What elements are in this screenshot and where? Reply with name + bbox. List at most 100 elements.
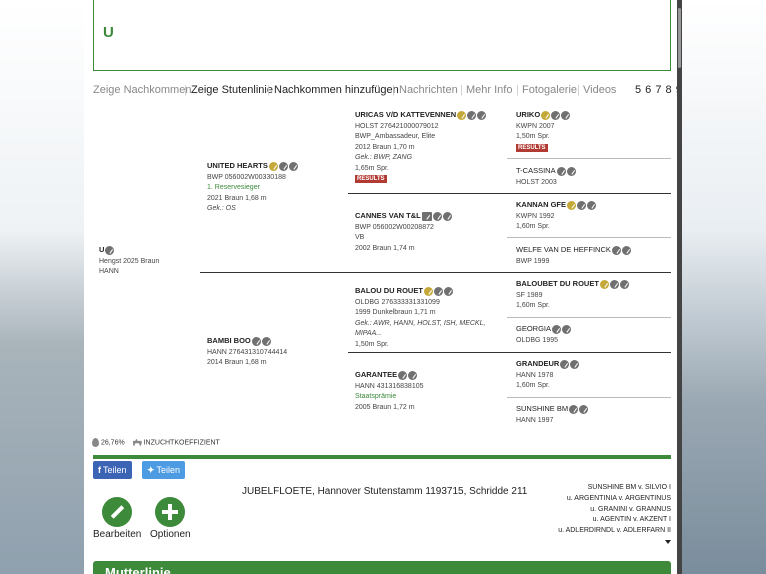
tab-nachkommen[interactable]: Zeige Nachkommen [93, 84, 191, 96]
horse-icon [551, 110, 561, 120]
drop-icon [92, 438, 99, 447]
pedigree-sire-sire[interactable]: URICAS V/D KATTEVENNEN HOLST 27642100007… [355, 110, 505, 185]
twitter-icon: ✦ [147, 465, 155, 475]
title-box: U [93, 0, 671, 71]
page-title: U [103, 24, 114, 41]
verified-icon [423, 286, 433, 296]
horse-info: Hengst 2025 Braun [99, 257, 160, 265]
share-label: Teilen [103, 465, 127, 475]
horse-info: BWP_Ambassadeur, Elite [355, 133, 436, 141]
horse-name[interactable]: SUNSHINE BM [516, 404, 568, 415]
verified-icon [599, 279, 609, 289]
background-right [682, 0, 766, 574]
check-icon [621, 245, 631, 255]
divider [348, 352, 671, 353]
horse-name[interactable]: UNITED HEARTS [207, 161, 268, 172]
pedigree-gen3-6[interactable]: GEORGIA OLDBG 1995 [516, 324, 666, 346]
options-label[interactable]: Optionen [150, 529, 191, 540]
divider [507, 158, 671, 159]
facebook-icon: f [98, 465, 101, 475]
pedigree-gen3-7[interactable]: GRANDEUR HANN 1978 1,60m Spr. [516, 359, 666, 392]
horse-award: 1. Reservesieger [207, 184, 260, 192]
tab-separator: | [516, 84, 519, 96]
inbreeding-label: INZUCHTKOEFFIZIENT [143, 439, 220, 447]
twitter-share-button[interactable]: ✦ Teilen [142, 461, 186, 479]
horse-info: HANN 1997 [516, 416, 554, 424]
tab-stutenlinie[interactable]: Zeige Stutenlinie [191, 84, 273, 96]
scrollbar-thumb[interactable] [678, 8, 681, 68]
edit-label[interactable]: Bearbeiten [93, 529, 141, 540]
pedigree-gen3-4[interactable]: WELFE VAN DE HEFFINCK BWP 1999 [516, 245, 666, 267]
horse-info: BWP 056002W00208872 [355, 223, 434, 231]
horse-name[interactable]: GARANTEE [355, 370, 397, 381]
horse-name[interactable]: CANNES VAN T&L [355, 211, 421, 222]
pedigree-gen3-3[interactable]: KANNAN GFE KWPN 1992 1,60m Spr. [516, 200, 666, 233]
horse-info: BWP 056002W00330188 [207, 173, 286, 181]
horse-icon [433, 286, 443, 296]
results-badge[interactable]: RESULTS [516, 143, 548, 152]
horse-info: 1,60m Spr. [516, 302, 550, 310]
horse-name[interactable]: T-CASSINA [516, 166, 556, 177]
damline-item: u. GRANINI v. GRANNUS [590, 505, 671, 513]
horse-name[interactable]: BAMBI BOO [207, 336, 251, 347]
horse-name[interactable]: U [99, 245, 104, 256]
horse-icon [278, 161, 288, 171]
check-icon [587, 200, 596, 210]
pedigree-subject[interactable]: U Hengst 2025 Braun HANN [99, 245, 199, 278]
pedigree-dam[interactable]: BAMBI BOO HANN 276431310744414 2014 Brau… [207, 336, 347, 369]
tab-mehr-info[interactable]: Mehr Info [466, 84, 512, 96]
scrollbar[interactable] [677, 0, 682, 574]
edit-button[interactable] [102, 497, 132, 527]
horse-info: HOLST 276421000079012 [355, 122, 439, 130]
horse-info: HANN 276431310744414 [207, 348, 288, 356]
horse-info: 2012 Braun 1,70 m [355, 143, 415, 151]
damline-item: u. ADLERDIRNDL v. ADLERFARN II [558, 527, 671, 535]
horse-icon [398, 370, 408, 380]
facebook-share-button[interactable]: f Teilen [93, 461, 132, 479]
horse-licensed: Gek.: OS [207, 205, 236, 213]
tab-videos[interactable]: Videos [583, 84, 616, 96]
check-icon [619, 279, 629, 289]
pedigree-gen3-2[interactable]: T-CASSINA HOLST 2003 [516, 166, 666, 188]
pedigree-gen3-8[interactable]: SUNSHINE BM HANN 1997 [516, 404, 666, 426]
check-icon [443, 286, 453, 296]
horse-name[interactable]: GEORGIA [516, 324, 551, 335]
tab-bar: Zeige Nachkommen | Zeige Stutenlinie | N… [93, 84, 677, 98]
tab-fotogalerie[interactable]: Fotogalerie [522, 84, 577, 96]
horse-icon [560, 359, 570, 369]
check-icon [579, 404, 589, 414]
horse-name[interactable]: URIKO [516, 110, 540, 121]
damline-item: u. AGENTIN v. AKZENT I [592, 516, 671, 524]
horse-name[interactable]: BALOU DU ROUET [355, 286, 423, 297]
horse-name[interactable]: URICAS V/D KATTEVENNEN [355, 110, 456, 121]
horse-name[interactable]: GRANDEUR [516, 359, 559, 370]
pedigree-dam-sire[interactable]: BALOU DU ROUET OLDBG 276333331331099 199… [355, 286, 505, 350]
horse-icon [467, 110, 477, 120]
page: U Zeige Nachkommen | Zeige Stutenlinie |… [84, 0, 677, 574]
pedigree-sire[interactable]: UNITED HEARTS BWP 056002W00330188 1. Res… [207, 161, 347, 215]
check-icon [477, 110, 487, 120]
results-badge[interactable]: RESULTS [355, 175, 387, 184]
pagination[interactable]: 5 6 7 8 9 [635, 84, 677, 96]
horse-name[interactable]: WELFE VAN DE HEFFINCK [516, 245, 611, 256]
damline-item: u. ARGENTINIA v. ARGENTINUS [566, 494, 671, 502]
horse-name[interactable]: BALOUBET DU ROUET [516, 279, 599, 290]
chevron-down-icon[interactable] [665, 540, 671, 544]
options-button[interactable] [155, 497, 185, 527]
check-icon [442, 211, 452, 221]
horse-info: 2002 Braun 1,74 m [355, 244, 415, 252]
pedigree-sire-dam[interactable]: CANNES VAN T&L BWP 056002W00208872 VB 20… [355, 211, 505, 254]
horse-name[interactable]: KANNAN GFE [516, 200, 566, 211]
pedigree-gen3-1[interactable]: URIKO KWPN 2007 1,50m Spr. RESULTS [516, 110, 666, 153]
pedigree-dam-dam[interactable]: GARANTEE HANN 431316838105 Staatsprämie … [355, 370, 505, 413]
horse-info: SF 1989 [516, 291, 543, 299]
pedigree-gen3-5[interactable]: BALOUBET DU ROUET SF 1989 1,60m Spr. [516, 279, 666, 312]
tab-separator: | [577, 84, 580, 96]
share-label: Teilen [156, 465, 181, 475]
tab-nachkommen-hinzufuegen[interactable]: Nachkommen hinzufügen [274, 84, 399, 96]
verified-icon [457, 110, 467, 120]
horse-info: 1,50m Spr. [355, 340, 389, 348]
verified-icon [268, 161, 278, 171]
tab-nachrichten[interactable]: Nachrichten [399, 84, 458, 96]
divider [507, 317, 671, 318]
